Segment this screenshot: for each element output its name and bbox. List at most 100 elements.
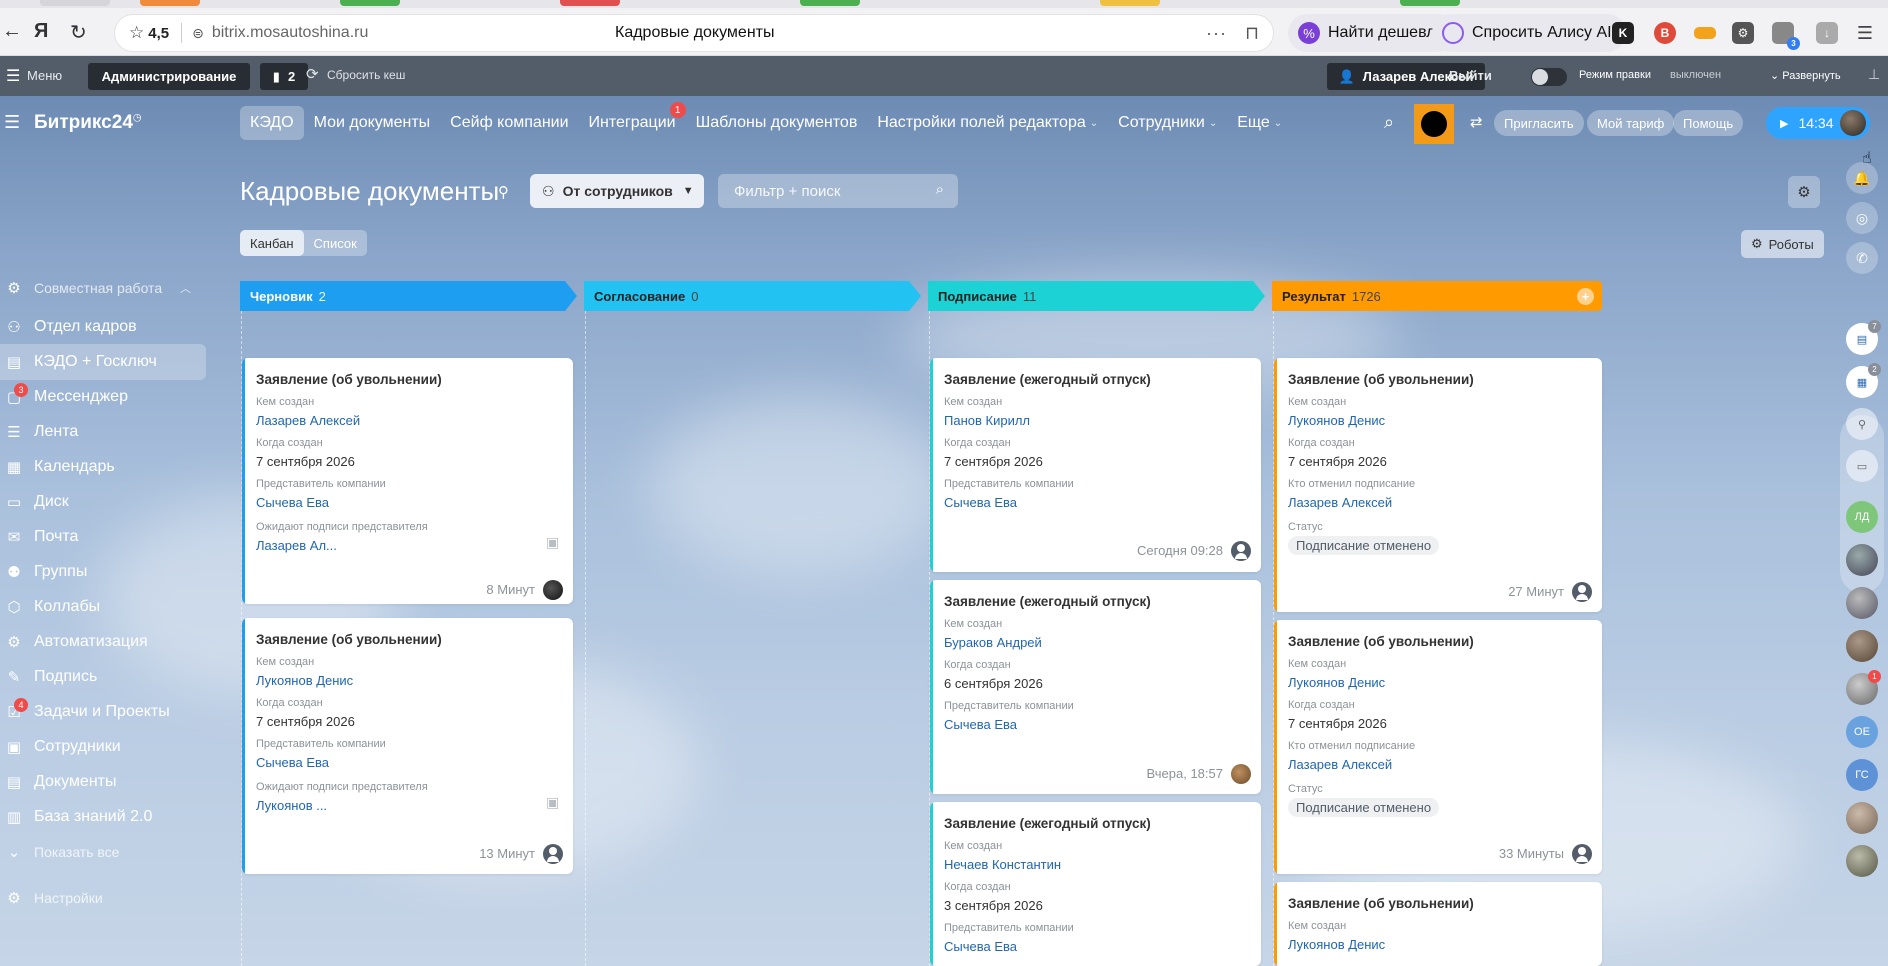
- avatar[interactable]: [1572, 582, 1592, 602]
- tab-my-documents[interactable]: Мои документы: [304, 106, 441, 140]
- add-comment-icon[interactable]: ▣: [546, 794, 559, 811]
- sidebar-item-calendar[interactable]: ▦ Календарь: [0, 449, 206, 485]
- reload-icon[interactable]: ↻: [70, 20, 87, 45]
- rail-user-initials[interactable]: ЛД: [1846, 501, 1878, 533]
- sliders-icon[interactable]: ⇄: [1470, 113, 1483, 131]
- representative-link[interactable]: Сычева Ева: [944, 717, 1017, 732]
- awaiting-signer-link[interactable]: Лазарев Ал...: [256, 538, 337, 553]
- cancelled-by-link[interactable]: Лазарев Алексей: [1288, 495, 1392, 510]
- pin-icon[interactable]: ⚲: [498, 183, 509, 201]
- rail-app-calendar[interactable]: ▦ 2: [1846, 363, 1881, 398]
- view-kanban-button[interactable]: Канбан: [240, 230, 304, 256]
- sidebar-item-automation[interactable]: ⚙ Автоматизация: [0, 624, 206, 660]
- tab-employees[interactable]: Сотрудники ⌄: [1108, 106, 1227, 140]
- kanban-card[interactable]: Заявление (об увольнении) Кем создан Лаз…: [242, 358, 573, 604]
- rail-user-avatar[interactable]: [1846, 630, 1878, 662]
- avatar[interactable]: [543, 844, 563, 864]
- bookmark-icon[interactable]: ⊓: [1245, 23, 1259, 44]
- extension-puzzle-icon[interactable]: ⚙: [1732, 22, 1754, 44]
- sidebar-item-signature[interactable]: ✎ Подпись: [0, 659, 206, 695]
- rail-user-avatar[interactable]: [1846, 587, 1878, 619]
- rail-user-initials[interactable]: ОЕ: [1846, 716, 1878, 748]
- tab-company-safe[interactable]: Сейф компании: [440, 106, 578, 140]
- extension-k-icon[interactable]: K: [1612, 22, 1634, 44]
- card-title[interactable]: Заявление (об увольнении): [1288, 372, 1474, 387]
- sidebar-item-collabs[interactable]: ⬡ Коллабы: [0, 589, 206, 625]
- avatar[interactable]: [1231, 541, 1251, 561]
- sidebar-item-groups[interactable]: ⚉ Группы: [0, 554, 206, 590]
- created-by-link[interactable]: Бураков Андрей: [944, 635, 1042, 650]
- avatar[interactable]: [1572, 844, 1592, 864]
- created-by-link[interactable]: Лукоянов Денис: [1288, 937, 1385, 952]
- sidebar-item-tasks[interactable]: ☑ 4 Задачи и Проекты: [0, 694, 206, 730]
- created-by-link[interactable]: Лазарев Алексей: [256, 413, 360, 428]
- card-title[interactable]: Заявление (ежегодный отпуск): [944, 372, 1151, 387]
- rail-user-avatar[interactable]: [1846, 845, 1878, 877]
- sidebar-item-messenger[interactable]: ▢ 3 Мессенджер: [0, 379, 206, 415]
- tab-chip[interactable]: [800, 0, 860, 6]
- column-header-draft[interactable]: Черновик 2: [240, 281, 577, 311]
- sidebar-group-collaboration[interactable]: ⚙ Совместная работа ︿: [0, 270, 206, 306]
- address-bar[interactable]: ☆ 4,5 ⊜ bitrix.mosautoshina.ru Кадровые …: [114, 14, 1274, 52]
- tab-kedo[interactable]: КЭДО: [240, 106, 304, 140]
- created-by-link[interactable]: Панов Кирилл: [944, 413, 1030, 428]
- lock-icon[interactable]: ⊜: [192, 25, 204, 42]
- created-by-link[interactable]: Лукоянов Денис: [1288, 413, 1385, 428]
- administration-button[interactable]: Администрирование: [88, 63, 250, 90]
- tab-chip[interactable]: [340, 0, 400, 6]
- kanban-card[interactable]: Заявление (ежегодный отпуск) Кем создан …: [930, 358, 1261, 572]
- kanban-card[interactable]: Заявление (ежегодный отпуск) Кем создан …: [930, 580, 1261, 794]
- sidebar-item-kedo[interactable]: ▤ КЭДО + Госключ: [0, 344, 206, 380]
- reset-cache-link[interactable]: Сбросить кеш: [327, 68, 405, 82]
- sidebar-item-employees[interactable]: ▣ Сотрудники: [0, 729, 206, 765]
- card-title[interactable]: Заявление (об увольнении): [256, 632, 442, 647]
- tab-editor-fields[interactable]: Настройки полей редактора ⌄: [867, 106, 1108, 140]
- rail-app-drive[interactable]: ▤ 7: [1846, 320, 1881, 355]
- avatar[interactable]: [543, 580, 563, 600]
- refresh-icon[interactable]: ⟳: [306, 65, 319, 83]
- rail-user-initials[interactable]: ГС: [1846, 759, 1878, 791]
- robots-button[interactable]: ⚙ Роботы: [1741, 230, 1824, 258]
- invite-button[interactable]: Пригласить: [1494, 110, 1584, 136]
- sidebar-show-all[interactable]: ⌄ Показать все: [0, 834, 206, 870]
- rail-app-tickets[interactable]: ▭: [1846, 450, 1878, 482]
- source-filter-button[interactable]: ⚇ От сотрудников ▼: [530, 174, 704, 208]
- representative-link[interactable]: Сычева Ева: [944, 495, 1017, 510]
- kanban-card[interactable]: Заявление (ежегодный отпуск) Кем создан …: [930, 802, 1261, 966]
- search-icon[interactable]: ⌕: [1384, 112, 1394, 133]
- filter-search[interactable]: ⌕: [718, 174, 958, 208]
- edit-mode-toggle[interactable]: [1531, 68, 1567, 86]
- chat-icon[interactable]: ✆: [1846, 242, 1878, 274]
- menu-link[interactable]: Меню: [27, 68, 62, 83]
- add-comment-icon[interactable]: ▣: [546, 534, 559, 551]
- column-header-approval[interactable]: Согласование 0: [584, 281, 921, 311]
- search-icon[interactable]: ⌕: [936, 181, 944, 198]
- tab-chip[interactable]: [40, 0, 110, 6]
- sidebar-item-feed[interactable]: ☰ Лента: [0, 414, 206, 450]
- tab-templates[interactable]: Шаблоны документов: [686, 106, 868, 140]
- avatar[interactable]: [1231, 764, 1251, 784]
- notifications-button[interactable]: ▮ 2: [260, 63, 308, 90]
- rail-user-avatar[interactable]: [1846, 544, 1878, 576]
- chevron-up-icon[interactable]: ︿: [180, 280, 191, 296]
- column-header-signing[interactable]: Подписание 11: [928, 281, 1265, 311]
- sidebar-item-disk[interactable]: ▭ Диск: [0, 484, 206, 520]
- sidebar-settings[interactable]: ⚙ Настройки: [0, 880, 206, 916]
- activity-icon[interactable]: ◎: [1846, 202, 1878, 234]
- created-by-link[interactable]: Лукоянов Денис: [256, 673, 353, 688]
- sidebar-toggle-icon[interactable]: ☰: [4, 112, 20, 133]
- card-title[interactable]: Заявление (об увольнении): [1288, 634, 1474, 649]
- view-list-button[interactable]: Список: [304, 230, 367, 256]
- filter-search-input[interactable]: [734, 182, 914, 200]
- sidebar-item-documents[interactable]: ▤ Документы: [0, 764, 206, 800]
- tab-chip[interactable]: [1400, 0, 1460, 6]
- kanban-card[interactable]: Заявление (об увольнении) Кем создан Лук…: [242, 618, 573, 874]
- back-icon[interactable]: ←: [2, 20, 22, 43]
- representative-link[interactable]: Сычева Ева: [256, 495, 329, 510]
- more-icon[interactable]: ···: [1206, 23, 1227, 44]
- my-tariff-button[interactable]: Мой тариф: [1587, 110, 1675, 136]
- url-text[interactable]: bitrix.mosautoshina.ru: [212, 24, 369, 42]
- column-header-result[interactable]: Результат 1726 +: [1272, 281, 1602, 311]
- add-icon[interactable]: +: [1577, 288, 1594, 305]
- rail-user-avatar[interactable]: 1: [1846, 670, 1881, 705]
